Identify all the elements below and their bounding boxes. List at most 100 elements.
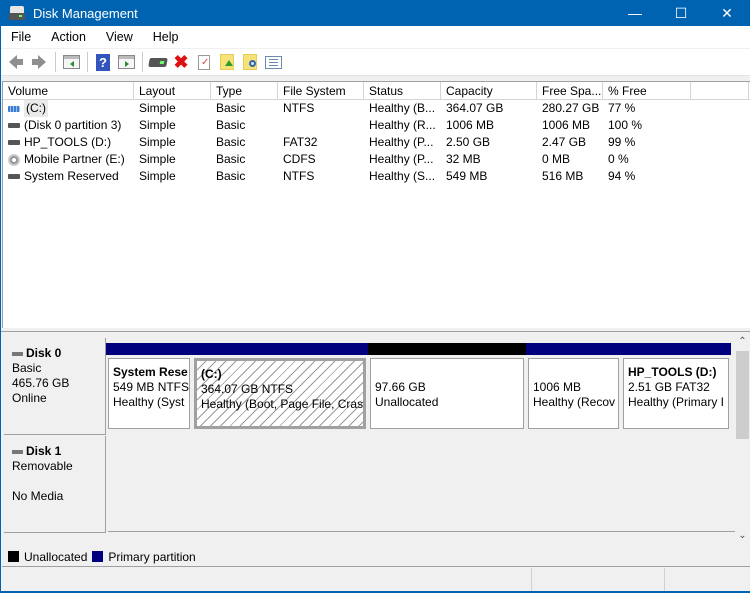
toolbar-separator — [55, 52, 56, 72]
disk-0-name: Disk 0 — [26, 346, 62, 360]
cell-layout: Simple — [139, 118, 176, 132]
cell-status: Healthy (P... — [369, 152, 434, 166]
partition-name — [375, 365, 523, 380]
cell-file-system: FAT32 — [283, 135, 318, 149]
column-header-layout[interactable]: Layout — [134, 82, 211, 100]
cell-type: Basic — [216, 135, 246, 149]
drive-icon — [8, 123, 20, 128]
partition-3[interactable]: 1006 MB Healthy (Recov — [526, 343, 621, 431]
column-header-capacity[interactable]: Capacity — [441, 82, 537, 100]
partition-size: 97.66 GB — [375, 380, 426, 394]
partition-body: (C:) 364.07 GB NTFS Healthy (Boot, Page Fi… — [194, 358, 366, 429]
menu-file[interactable]: File — [0, 30, 40, 44]
disk-0-size: 465.76 GB — [12, 376, 70, 390]
cell-type: Basic — [216, 169, 246, 183]
disk-icon — [12, 449, 23, 454]
partition-0[interactable]: System Rese 549 MB NTFS Healthy (Syst — [106, 343, 192, 431]
volume-row[interactable]: Mobile Partner (E:) Simple Basic CDFS Health… — [3, 151, 750, 168]
status-segment — [532, 568, 665, 591]
scroll-down-icon[interactable]: ⌄ — [735, 530, 750, 544]
cell-volume: Mobile Partner (E:) — [3, 151, 134, 168]
partition-body: HP_TOOLS (D:) 2.51 GB FAT32 Healthy (Prima… — [623, 358, 729, 429]
cell-percent-free: 99 % — [608, 135, 636, 149]
close-button[interactable]: ✕ — [704, 0, 750, 26]
help-icon: ? — [96, 53, 110, 71]
legend-label: Primary partition — [108, 549, 196, 564]
cd-drive-icon — [8, 153, 20, 166]
maximize-button[interactable]: ☐ — [658, 0, 704, 26]
delete-x-icon: ✖ — [173, 52, 189, 72]
column-header-blank — [691, 82, 749, 100]
export-list-button[interactable] — [216, 51, 238, 73]
volume-name: Mobile Partner (E:) — [24, 152, 125, 166]
cell-volume: HP_TOOLS (D:) — [3, 134, 134, 151]
cell-layout: Simple — [139, 152, 176, 166]
partition-name: (C:) — [201, 367, 222, 381]
show-hide-action-pane-button[interactable] — [115, 51, 137, 73]
back-button[interactable] — [5, 51, 27, 73]
toolbar-separator — [142, 52, 143, 72]
cell-layout: Simple — [139, 169, 176, 183]
cell-status: Healthy (B... — [369, 101, 436, 115]
pane-splitter[interactable] — [0, 328, 750, 332]
column-header-volume[interactable]: Volume — [3, 82, 134, 100]
volume-row[interactable]: (Disk 0 partition 3) Simple Basic Healthy (… — [3, 117, 750, 134]
cell-percent-free: 0 % — [608, 152, 629, 166]
properties-button[interactable] — [193, 51, 215, 73]
volume-row[interactable]: System Reserved Simple Basic NTFS Healthy (S… — [3, 168, 750, 185]
status-bar — [2, 568, 750, 591]
menu-help[interactable]: Help — [142, 30, 188, 44]
partition-4[interactable]: HP_TOOLS (D:) 2.51 GB FAT32 Healthy (Prima… — [621, 343, 731, 431]
cell-layout: Simple — [139, 135, 176, 149]
cell-capacity: 1006 MB — [446, 118, 495, 132]
column-header-file-system[interactable]: File System — [278, 82, 364, 100]
cell-volume: (C:) — [3, 100, 134, 117]
volume-name: HP_TOOLS (D:) — [24, 135, 112, 149]
settings-button[interactable] — [262, 51, 284, 73]
volume-list-header: Volume Layout Type File System Status Ca… — [3, 82, 750, 100]
cell-capacity: 364.07 GB — [446, 101, 504, 115]
partition-size: 549 MB NTFS — [113, 380, 190, 394]
find-button[interactable] — [239, 51, 261, 73]
partition-type-bar — [526, 343, 621, 355]
folder-search-icon — [243, 54, 257, 70]
cell-layout: Simple — [139, 101, 176, 115]
column-header-type[interactable]: Type — [211, 82, 278, 100]
disk-1-info[interactable]: Disk 1 Removable No Media — [4, 436, 106, 533]
disk-management-app-icon — [9, 6, 25, 20]
disk-0-info[interactable]: Disk 0 Basic 465.76 GB Online — [4, 338, 106, 435]
minimize-button[interactable]: — — [612, 0, 658, 26]
cell-capacity: 549 MB — [446, 169, 488, 183]
delete-button[interactable]: ✖ — [170, 51, 192, 73]
legend-swatch-primary — [92, 551, 104, 562]
column-header-free-space[interactable]: Free Spa... — [537, 82, 603, 100]
column-header-percent-free[interactable]: % Free — [603, 82, 691, 100]
partition-name: HP_TOOLS (D:) — [628, 365, 717, 379]
window-border — [0, 26, 1, 593]
partition-1[interactable]: (C:) 364.07 GB NTFS Healthy (Boot, Page Fi… — [192, 343, 368, 431]
disk-1-state: No Media — [12, 489, 64, 503]
partition-name: System Rese — [113, 365, 188, 379]
partition-2[interactable]: 97.66 GB Unallocated — [368, 343, 526, 431]
disk-view-scrollbar[interactable]: ⌃ ⌄ — [735, 333, 750, 545]
partition-body: System Rese 549 MB NTFS Healthy (Syst — [108, 358, 190, 429]
partition-status: Healthy (Boot, Page File, Crash — [201, 397, 366, 411]
volume-row[interactable]: (C:) Simple Basic NTFS Healthy (B... 364.07 G… — [3, 100, 750, 117]
menu-action[interactable]: Action — [40, 30, 95, 44]
volume-row[interactable]: HP_TOOLS (D:) Simple Basic FAT32 Healthy (P.… — [3, 134, 750, 151]
menu-view[interactable]: View — [95, 30, 142, 44]
help-button[interactable]: ? — [92, 51, 114, 73]
column-header-status[interactable]: Status — [364, 82, 441, 100]
cell-volume: System Reserved — [3, 168, 134, 185]
show-hide-console-tree-button[interactable] — [60, 51, 82, 73]
scrollbar-thumb[interactable] — [736, 351, 749, 439]
disk-0-state: Online — [12, 391, 47, 405]
scroll-up-icon[interactable]: ⌃ — [735, 336, 750, 350]
volume-list: Volume Layout Type File System Status Ca… — [2, 81, 750, 328]
partition-size: 1006 MB — [533, 380, 582, 394]
partition-body: 97.66 GB Unallocated — [370, 358, 524, 429]
partition-status: Healthy (Syst — [113, 395, 185, 409]
forward-button[interactable] — [28, 51, 50, 73]
partition-status: Healthy (Primary I — [628, 395, 725, 409]
connect-disk-button[interactable] — [147, 51, 169, 73]
